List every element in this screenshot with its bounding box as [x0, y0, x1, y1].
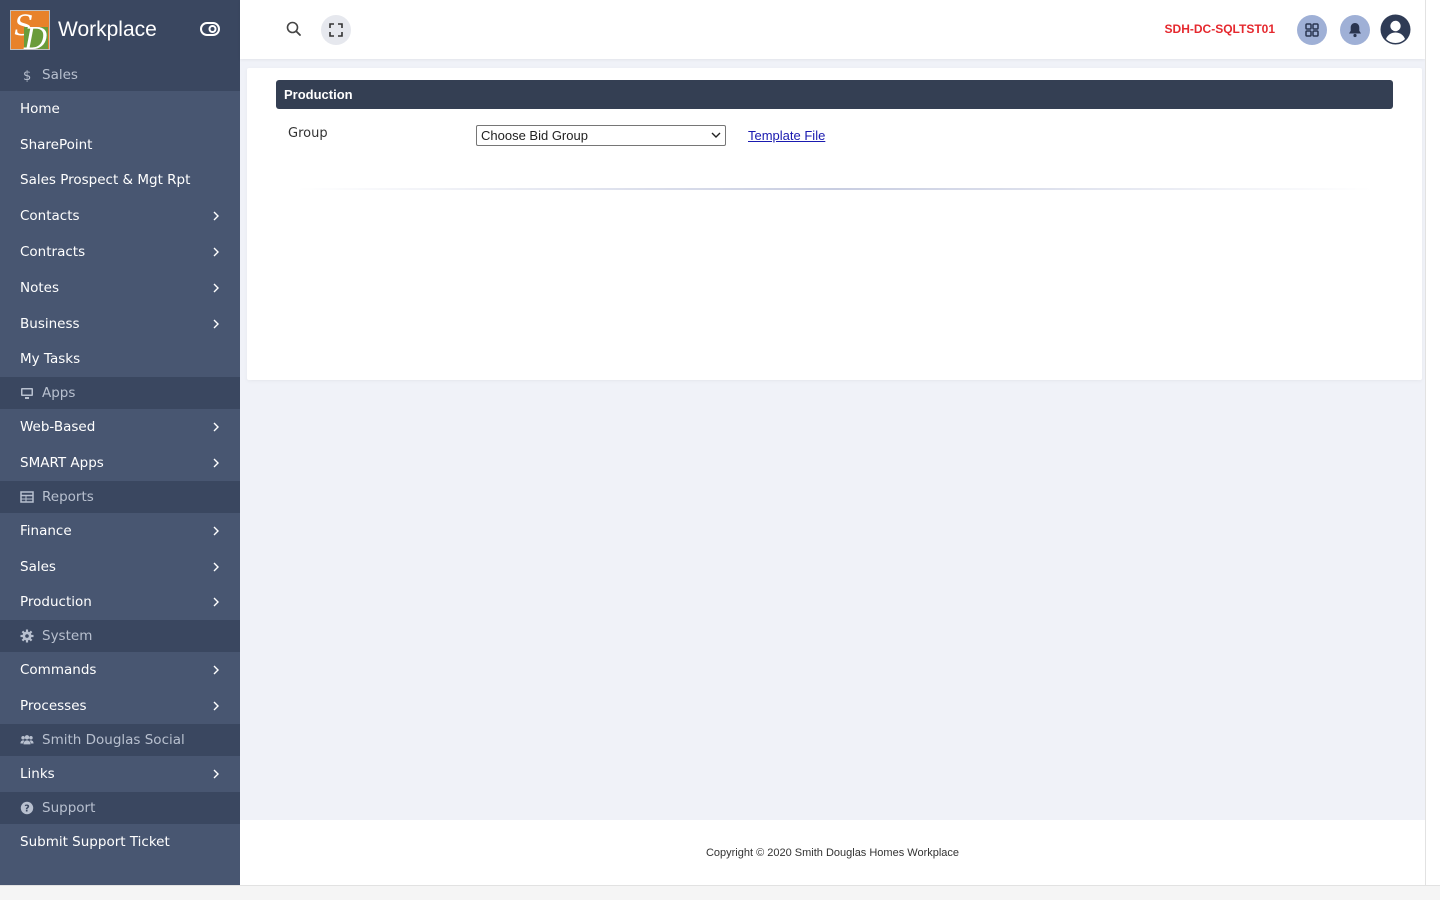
chevron-right-icon — [213, 319, 219, 329]
sidebar-item-contacts[interactable]: Contacts — [0, 198, 240, 234]
production-card: Production Group Choose Bid Group Templa… — [247, 68, 1422, 380]
sidebar-item-label: Home — [20, 100, 60, 117]
sidebar-item-label: Commands — [20, 662, 97, 679]
chevron-right-icon — [213, 422, 219, 432]
sidebar-item-label: Web-Based — [20, 419, 96, 436]
chevron-right-icon — [213, 665, 219, 675]
copyright-text: Copyright © 2020 Smith Douglas Homes Wor… — [705, 846, 960, 859]
apps-grid-button[interactable] — [1297, 15, 1327, 45]
sidebar-toggle-icon[interactable] — [200, 20, 220, 38]
chevron-right-icon — [213, 562, 219, 572]
sidebar-item-processes[interactable]: Processes — [0, 688, 240, 724]
users-icon — [20, 733, 34, 747]
user-icon — [1380, 14, 1411, 45]
sidebar-item-web-based[interactable]: Web-Based — [0, 409, 240, 445]
chevron-right-icon — [213, 701, 219, 711]
sidebar: S D Workplace $ Sales Home SharePoint Sales … — [0, 0, 240, 885]
footer: Copyright © 2020 Smith Douglas Homes Wor… — [240, 820, 1425, 885]
sidebar-section-header: $ Sales — [0, 59, 240, 91]
sidebar-item-home[interactable]: Home — [0, 91, 240, 127]
chevron-right-icon — [213, 247, 219, 257]
horizontal-scrollbar[interactable] — [0, 885, 1440, 900]
sidebar-item-production[interactable]: Production — [0, 585, 240, 621]
notifications-button[interactable] — [1340, 15, 1370, 45]
sidebar-item-label: Notes — [20, 279, 59, 296]
dollar-icon: $ — [20, 68, 34, 82]
sidebar-item-label: SharePoint — [20, 136, 93, 153]
chevron-right-icon — [213, 526, 219, 536]
sidebar-item-label: Sales — [20, 558, 56, 575]
svg-text:$: $ — [23, 69, 31, 82]
search-icon[interactable] — [285, 20, 303, 38]
group-label: Group — [288, 126, 328, 141]
table-icon — [20, 490, 34, 504]
sidebar-section-label: System — [42, 628, 93, 645]
user-avatar[interactable] — [1380, 14, 1411, 45]
sidebar-section-header: Reports — [0, 480, 240, 513]
fullscreen-button[interactable] — [321, 15, 351, 45]
brand-bar: S D Workplace — [0, 0, 240, 59]
sidebar-item-submit-support-ticket[interactable]: Submit Support Ticket — [0, 824, 240, 860]
sidebar-item-smart-apps[interactable]: SMART Apps — [0, 445, 240, 481]
chevron-right-icon — [213, 597, 219, 607]
brand-title: Workplace — [58, 17, 157, 41]
fullscreen-icon — [329, 23, 343, 37]
company-logo[interactable]: S D — [10, 9, 50, 50]
top-bar: SDH-DC-SQLTST01 — [240, 0, 1425, 59]
sidebar-item-label: My Tasks — [20, 351, 81, 368]
sidebar-item-notes[interactable]: Notes — [0, 270, 240, 306]
sidebar-item-links[interactable]: Links — [0, 756, 240, 792]
sidebar-item-label: Production — [20, 594, 92, 611]
sidebar-section-label: Support — [42, 799, 96, 816]
sidebar-item-label: Processes — [20, 698, 87, 715]
svg-text:?: ? — [24, 803, 30, 814]
chevron-right-icon — [213, 283, 219, 293]
gear-icon — [20, 629, 34, 643]
sidebar-item-sharepoint[interactable]: SharePoint — [0, 127, 240, 163]
sidebar-section-header: Smith Douglas Social — [0, 723, 240, 756]
sidebar-section-header: System — [0, 620, 240, 653]
template-file-link[interactable]: Template File — [748, 128, 825, 143]
card-title: Production — [276, 80, 1393, 109]
server-name: SDH-DC-SQLTST01 — [1164, 22, 1275, 36]
sidebar-item-sales-prospect-mgt-rpt[interactable]: Sales Prospect & Mgt Rpt — [0, 163, 240, 199]
chevron-right-icon — [213, 769, 219, 779]
sidebar-item-sales[interactable]: Sales — [0, 549, 240, 585]
logo-letter-d: D — [24, 24, 48, 49]
divider — [297, 188, 1372, 190]
sidebar-item-contracts[interactable]: Contracts — [0, 234, 240, 270]
sidebar-item-finance[interactable]: Finance — [0, 513, 240, 549]
sidebar-section-label: Sales — [42, 67, 78, 83]
sidebar-section-header: ? Support — [0, 791, 240, 824]
bid-group-select-value: Choose Bid Group — [481, 128, 588, 143]
sidebar-nav: $ Sales Home SharePoint Sales Prospect & Mgt… — [0, 59, 240, 860]
sidebar-item-label: Business — [20, 315, 80, 332]
chevron-right-icon — [213, 211, 219, 221]
sidebar-item-label: SMART Apps — [20, 455, 104, 472]
desktop-icon — [20, 386, 34, 400]
chevron-down-icon — [711, 132, 721, 138]
sidebar-item-commands[interactable]: Commands — [0, 652, 240, 688]
vertical-scrollbar[interactable] — [1425, 0, 1440, 885]
grid-icon — [1305, 23, 1319, 37]
sidebar-section-header: Apps — [0, 377, 240, 410]
question-circle-icon: ? — [20, 801, 34, 815]
sidebar-section-label: Reports — [42, 488, 94, 505]
sidebar-section-label: Smith Douglas Social — [42, 731, 185, 748]
bell-icon — [1349, 23, 1361, 38]
sidebar-item-label: Links — [20, 765, 55, 782]
bid-group-select[interactable]: Choose Bid Group — [476, 125, 726, 146]
sidebar-item-label: Finance — [20, 522, 72, 539]
sidebar-item-label: Contracts — [20, 244, 86, 261]
sidebar-item-business[interactable]: Business — [0, 306, 240, 342]
sidebar-item-my-tasks[interactable]: My Tasks — [0, 342, 240, 378]
sidebar-item-label: Contacts — [20, 208, 80, 225]
sidebar-item-label: Sales Prospect & Mgt Rpt — [20, 172, 191, 189]
sidebar-item-label: Submit Support Ticket — [20, 833, 170, 850]
chevron-right-icon — [213, 458, 219, 468]
sidebar-section-label: Apps — [42, 385, 76, 402]
